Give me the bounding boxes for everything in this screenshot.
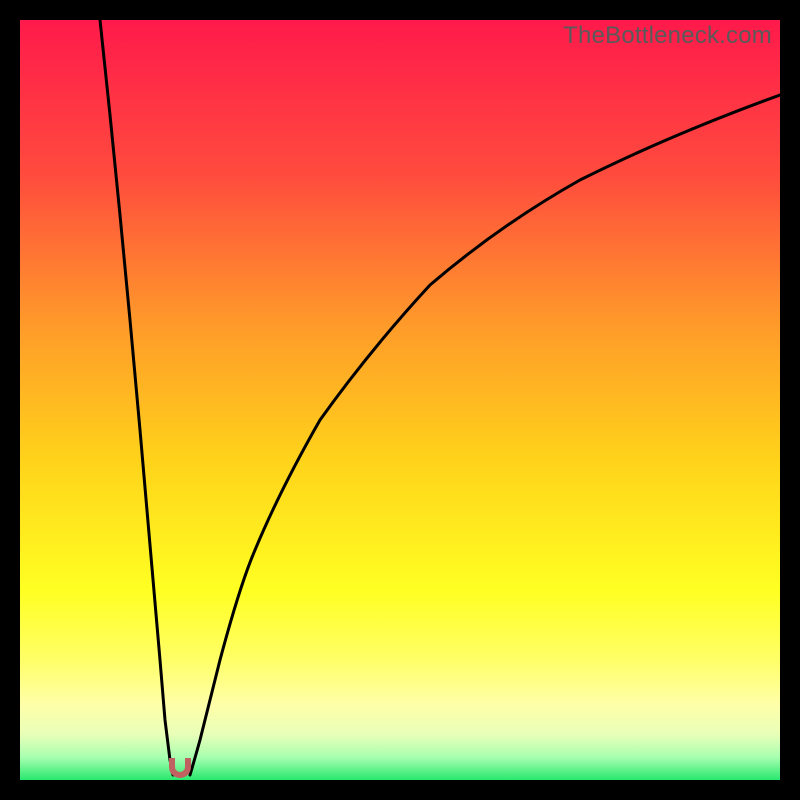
watermark-text: TheBottleneck.com xyxy=(563,22,772,50)
bottleneck-curve xyxy=(20,20,780,780)
plot-area: TheBottleneck.com xyxy=(20,20,780,780)
chart-frame: TheBottleneck.com xyxy=(0,0,800,800)
